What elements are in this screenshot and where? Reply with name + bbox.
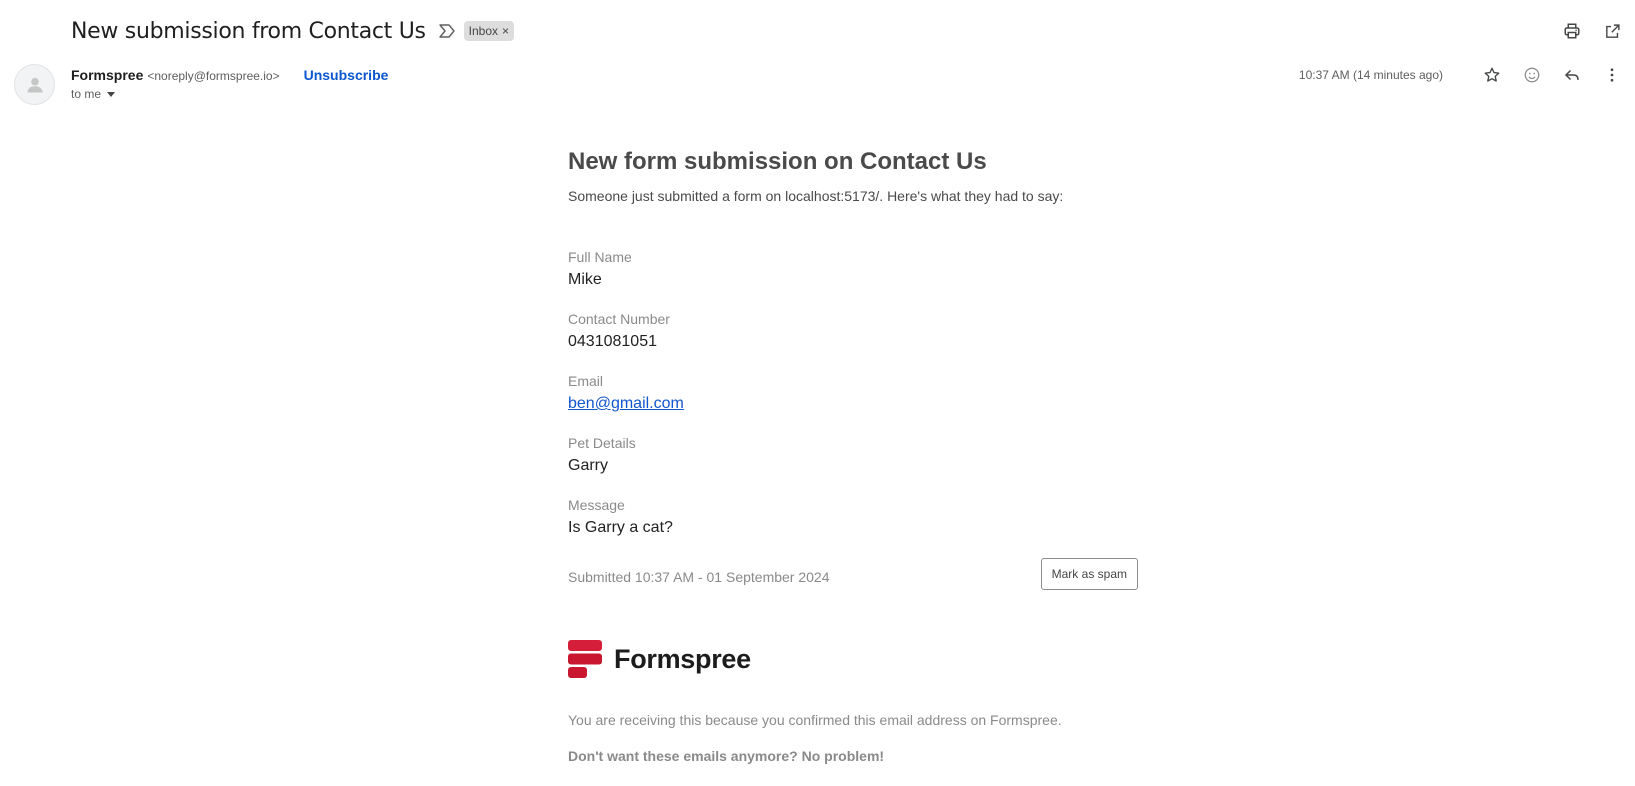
person-icon — [27, 77, 42, 92]
field-value: Is Garry a cat? — [568, 519, 673, 536]
email-link[interactable]: ben@gmail.com — [568, 393, 1138, 415]
sender-email: <noreply@formspree.io> — [147, 69, 280, 83]
print-icon[interactable] — [1561, 20, 1583, 42]
field-full-name: Full Name Mike — [568, 248, 1138, 291]
recipient-details-toggle[interactable]: to me — [71, 87, 116, 101]
field-email: Email ben@gmail.com — [568, 372, 1138, 415]
email-body: New form submission on Contact Us Someon… — [568, 146, 1138, 764]
footer-note: You are receiving this because you confi… — [568, 712, 1062, 728]
email-heading: New form submission on Contact Us — [568, 148, 987, 175]
footer-unsubscribe-note: Don't want these emails anymore? No prob… — [568, 748, 885, 764]
emoji-reaction-icon[interactable] — [1521, 64, 1543, 86]
star-icon[interactable] — [1481, 64, 1503, 86]
field-value: Garry — [568, 457, 608, 474]
field-contact-number: Contact Number 0431081051 — [568, 310, 1138, 353]
inbox-label-text: Inbox — [468, 24, 499, 38]
reply-icon[interactable] — [1561, 64, 1583, 86]
caret-down-icon — [107, 91, 116, 97]
message-actions: 10:37 AM (14 minutes ago) — [1299, 64, 1623, 86]
formspree-logo-icon — [568, 640, 602, 678]
field-label: Pet Details — [568, 435, 636, 451]
inbox-label-chip[interactable]: Inbox × — [463, 21, 515, 41]
sender-line: Formspree <noreply@formspree.io> Unsubsc… — [71, 67, 388, 83]
submitted-row: Submitted 10:37 AM - 01 September 2024 M… — [568, 558, 1138, 590]
field-label: Full Name — [568, 249, 632, 265]
more-vert-icon[interactable] — [1601, 64, 1623, 86]
message-timestamp: 10:37 AM (14 minutes ago) — [1298, 68, 1443, 82]
remove-label-icon[interactable]: × — [502, 25, 509, 37]
submission-fields: Full Name Mike Contact Number 0431081051… — [568, 248, 1138, 539]
brand-name: Formspree — [614, 643, 751, 674]
open-in-new-window-icon[interactable] — [1601, 20, 1623, 42]
recipient-text: to me — [71, 87, 102, 101]
mark-as-spam-button[interactable]: Mark as spam — [1040, 558, 1138, 590]
field-message: Message Is Garry a cat? — [568, 496, 1138, 539]
email-intro: Someone just submitted a form on localho… — [568, 188, 1064, 204]
top-actions — [1561, 20, 1623, 42]
field-label: Message — [568, 497, 625, 513]
unsubscribe-link[interactable]: Unsubscribe — [304, 67, 389, 83]
sender-name[interactable]: Formspree — [71, 67, 143, 83]
avatar[interactable] — [14, 64, 55, 105]
importance-marker-icon[interactable] — [438, 22, 456, 40]
field-label: Contact Number — [568, 311, 670, 327]
subject-title: New submission from Contact Us — [71, 18, 426, 44]
field-pet-details: Pet Details Garry — [568, 434, 1138, 477]
field-value: Mike — [568, 271, 602, 288]
field-value: 0431081051 — [568, 333, 657, 350]
subject-row: New submission from Contact Us Inbox × — [71, 14, 515, 48]
formspree-brand: Formspree — [568, 640, 1138, 678]
submitted-timestamp: Submitted 10:37 AM - 01 September 2024 — [568, 569, 830, 585]
field-label: Email — [568, 373, 604, 389]
